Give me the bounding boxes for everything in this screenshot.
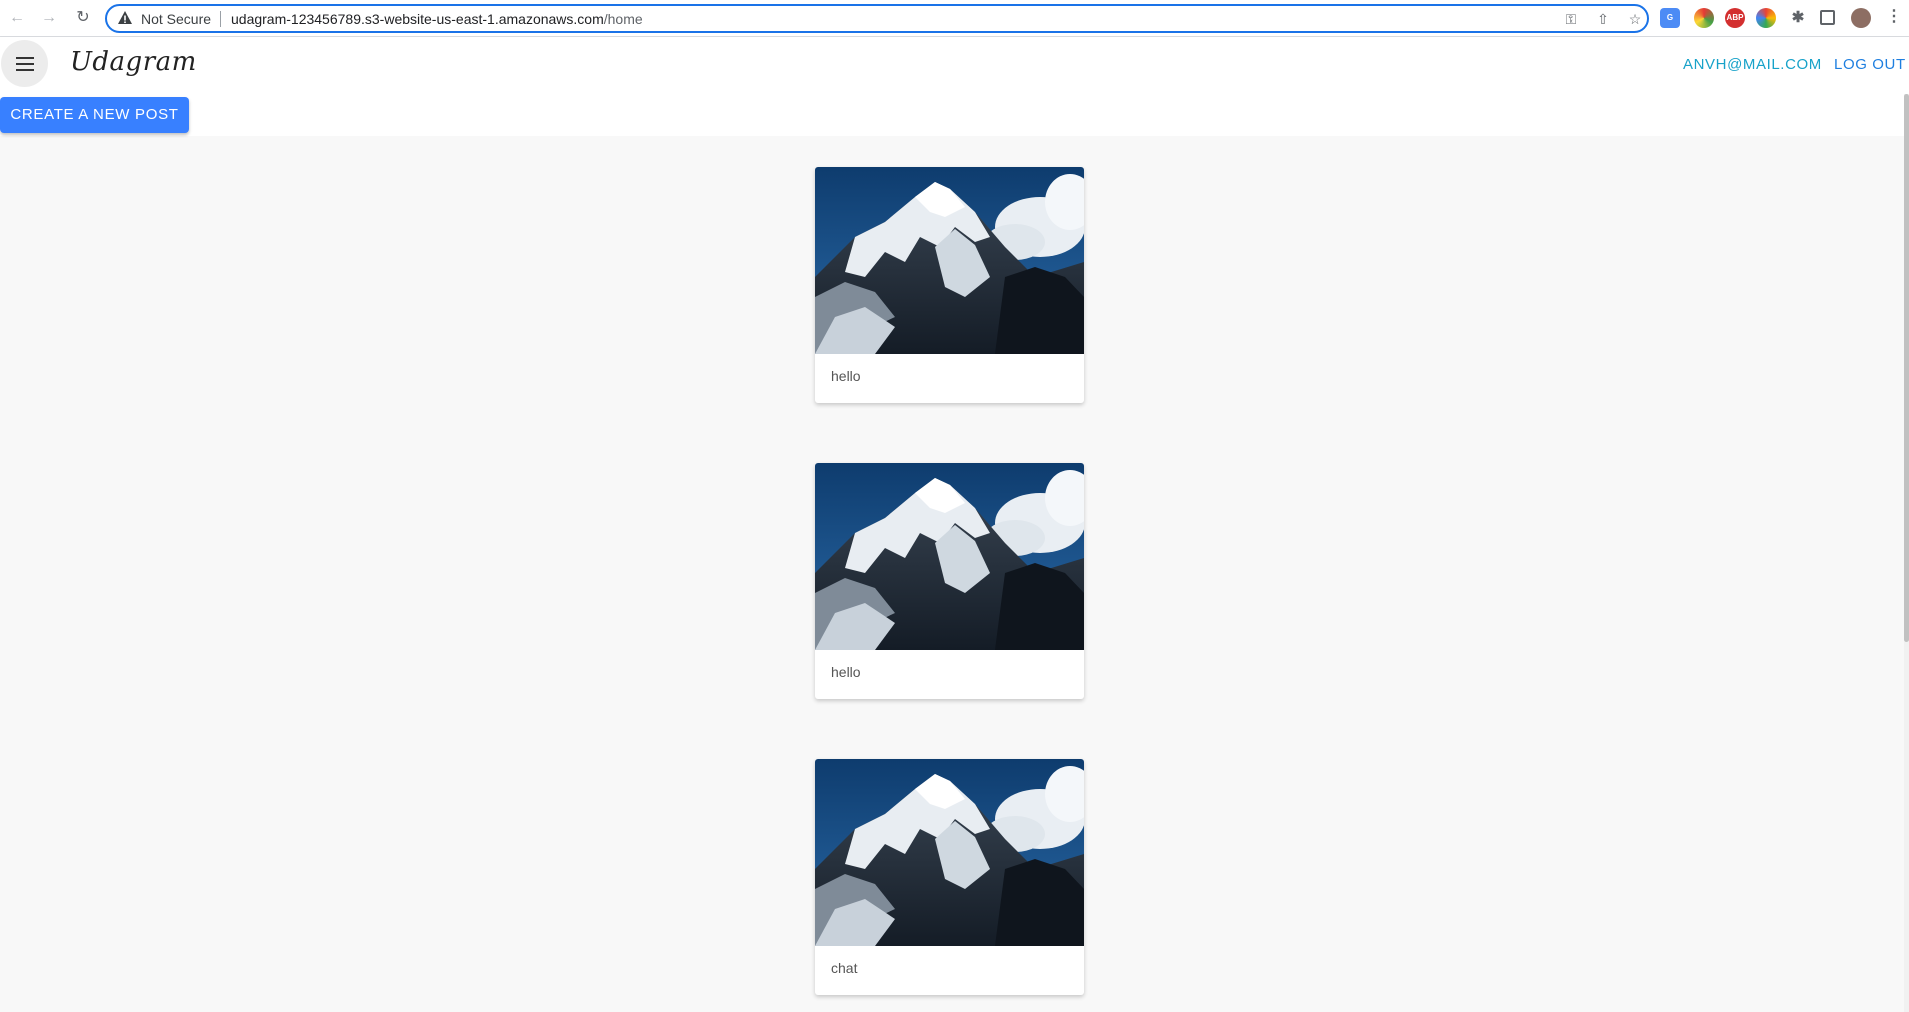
hamburger-icon-line xyxy=(16,69,34,71)
app-logo: Udagram xyxy=(70,47,197,77)
logout-button[interactable]: LOG OUT xyxy=(1834,56,1906,73)
abp-label: ABP xyxy=(1726,13,1744,22)
post-image xyxy=(815,167,1084,354)
post-card[interactable]: hello xyxy=(815,167,1084,403)
browser-toolbar: ← → ↻ Not Secure udagram-123456789.s3-we… xyxy=(0,0,1909,37)
share-icon[interactable]: ⇧ xyxy=(1594,10,1612,28)
post-image xyxy=(815,759,1084,946)
hamburger-icon xyxy=(16,57,34,59)
abp-extension-icon[interactable]: ABP xyxy=(1725,8,1745,28)
not-secure-label[interactable]: Not Secure xyxy=(141,11,211,27)
post-caption: hello xyxy=(831,664,861,680)
reload-icon[interactable]: ↻ xyxy=(72,7,94,29)
back-arrow-icon[interactable]: ← xyxy=(6,7,28,29)
url-path: /home xyxy=(603,11,643,27)
omnibox-separator xyxy=(220,11,221,27)
profile-avatar[interactable] xyxy=(1851,8,1871,28)
post-image xyxy=(815,463,1084,650)
feed: hello hello chat xyxy=(0,136,1904,1012)
scrollbar[interactable] xyxy=(1904,94,1909,1012)
chrome-extension-icon[interactable] xyxy=(1756,8,1776,28)
user-email-link[interactable]: ANVH@MAIL.COM xyxy=(1683,56,1822,73)
more-vert-icon[interactable]: ⋮ xyxy=(1884,8,1904,28)
forward-arrow-icon[interactable]: → xyxy=(38,7,60,29)
post-caption: chat xyxy=(831,960,858,976)
puzzle-extensions-icon[interactable]: ✱ xyxy=(1788,8,1808,28)
scrollbar-thumb[interactable] xyxy=(1904,94,1909,642)
hamburger-icon-line xyxy=(16,63,34,65)
key-icon[interactable]: ⚿ xyxy=(1562,10,1580,28)
menu-button[interactable] xyxy=(1,40,48,87)
warning-icon[interactable] xyxy=(117,10,133,26)
color-extension-icon[interactable] xyxy=(1694,8,1714,28)
address-bar[interactable]: Not Secure udagram-123456789.s3-website-… xyxy=(105,4,1649,33)
post-card[interactable]: hello xyxy=(815,463,1084,699)
create-post-button[interactable]: CREATE A NEW POST xyxy=(0,97,189,133)
url-host: udagram-123456789.s3-website-us-east-1.a… xyxy=(231,11,604,27)
post-caption: hello xyxy=(831,368,861,384)
app-header: Udagram ANVH@MAIL.COM LOG OUT xyxy=(0,37,1909,94)
post-card[interactable]: chat xyxy=(815,759,1084,995)
create-post-bar: CREATE A NEW POST xyxy=(0,94,1904,136)
bookmark-star-icon[interactable]: ☆ xyxy=(1626,10,1644,28)
url-text[interactable]: udagram-123456789.s3-website-us-east-1.a… xyxy=(231,11,643,27)
translate-extension-icon[interactable]: G xyxy=(1660,8,1680,28)
side-panel-icon[interactable] xyxy=(1820,10,1835,25)
